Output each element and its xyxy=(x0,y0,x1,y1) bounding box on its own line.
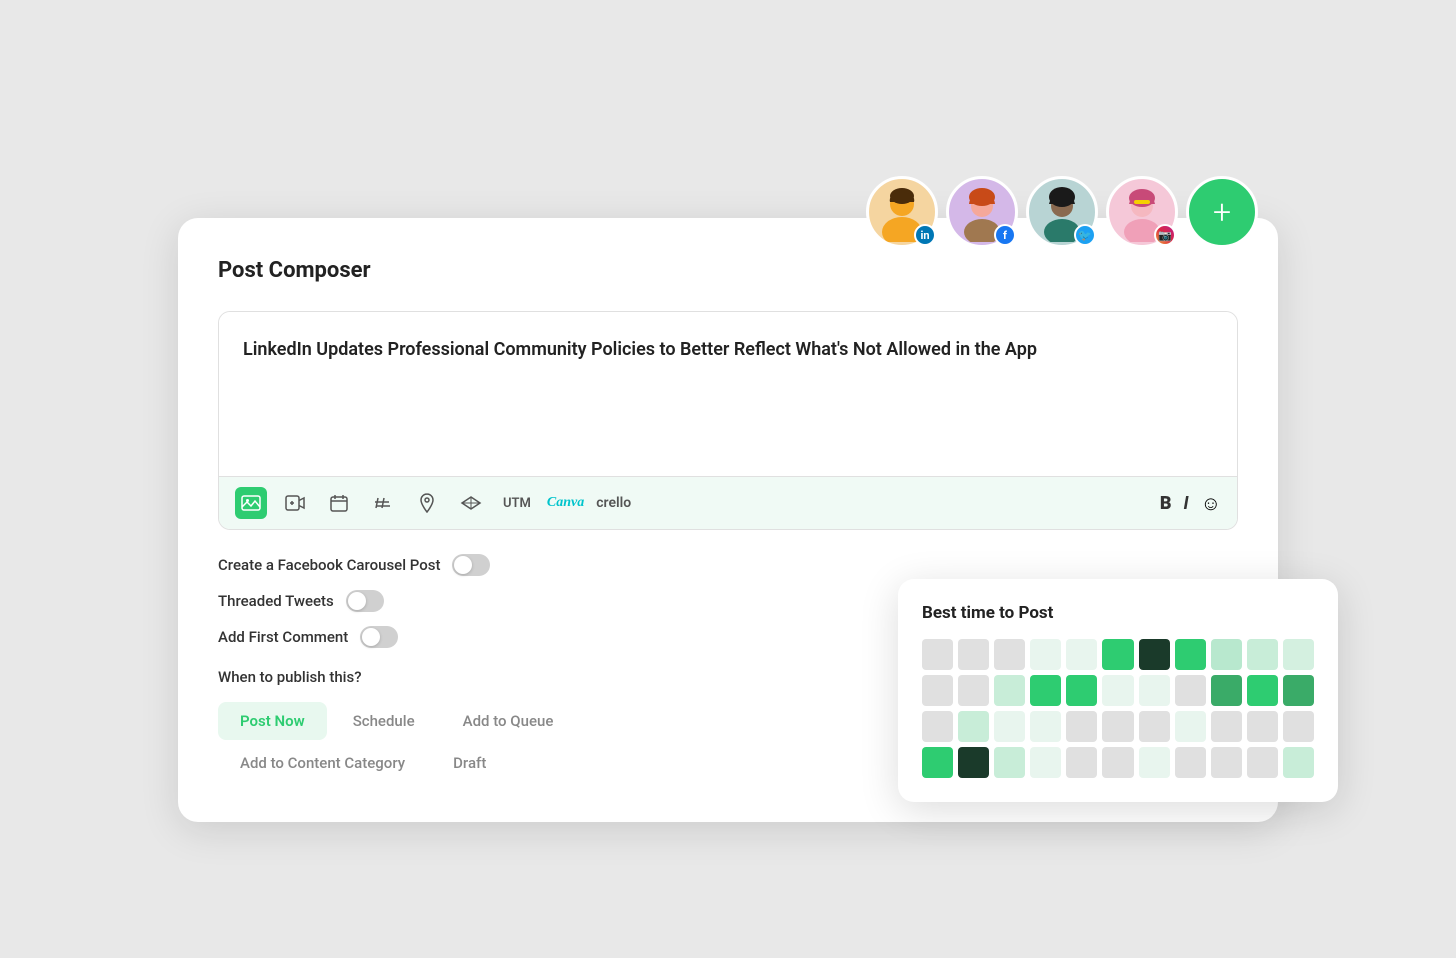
calendar-icon[interactable] xyxy=(323,487,355,519)
toggle-threaded[interactable] xyxy=(346,590,384,612)
heatmap-cell-0-5 xyxy=(1102,639,1133,670)
tab-add-to-queue[interactable]: Add to Queue xyxy=(441,702,576,740)
heatmap-grid xyxy=(922,639,1314,778)
best-time-card: Best time to Post xyxy=(898,579,1338,802)
option-threaded: Threaded Tweets xyxy=(218,590,778,612)
heatmap-cell-2-9 xyxy=(1247,711,1278,742)
option-comment: Add First Comment xyxy=(218,626,778,648)
hashtag-icon[interactable] xyxy=(367,487,399,519)
heatmap-cell-0-9 xyxy=(1247,639,1278,670)
heatmap-cell-3-2 xyxy=(994,747,1025,778)
heatmap-cell-0-10 xyxy=(1283,639,1314,670)
heatmap-cell-1-0 xyxy=(922,675,953,706)
heatmap-cell-2-10 xyxy=(1283,711,1314,742)
facebook-badge: f xyxy=(994,224,1016,246)
main-container: in f 🐦 xyxy=(178,176,1278,822)
video-icon[interactable] xyxy=(279,487,311,519)
avatar-facebook[interactable]: f xyxy=(946,176,1018,248)
composer-textarea[interactable] xyxy=(219,312,1237,472)
heatmap-cell-1-10 xyxy=(1283,675,1314,706)
heatmap-cell-2-7 xyxy=(1175,711,1206,742)
option-carousel: Create a Facebook Carousel Post xyxy=(218,554,778,576)
publish-label: When to publish this? xyxy=(218,668,778,686)
tab-post-now[interactable]: Post Now xyxy=(218,702,327,740)
heatmap-cell-0-1 xyxy=(958,639,989,670)
heatmap-cell-3-1 xyxy=(958,747,989,778)
publish-section: When to publish this? Post Now Schedule … xyxy=(218,668,778,782)
composer-card: Post Composer xyxy=(178,218,1278,822)
heatmap-cell-3-8 xyxy=(1211,747,1242,778)
add-account-button[interactable]: + xyxy=(1186,176,1258,248)
heatmap-cell-1-2 xyxy=(994,675,1025,706)
tab-content-category[interactable]: Add to Content Category xyxy=(218,744,427,782)
heatmap-cell-2-6 xyxy=(1139,711,1170,742)
linkedin-badge: in xyxy=(914,224,936,246)
heatmap-cell-2-4 xyxy=(1066,711,1097,742)
heatmap-cell-0-2 xyxy=(994,639,1025,670)
heatmap-cell-1-7 xyxy=(1175,675,1206,706)
publish-tabs: Post Now Schedule Add to Queue Add to Co… xyxy=(218,702,778,782)
heatmap-cell-3-5 xyxy=(1102,747,1133,778)
utm-button[interactable]: UTM xyxy=(499,494,535,513)
heatmap-cell-2-1 xyxy=(958,711,989,742)
heatmap-cell-1-4 xyxy=(1066,675,1097,706)
avatar-twitter[interactable]: 🐦 xyxy=(1026,176,1098,248)
heatmap-cell-0-3 xyxy=(1030,639,1061,670)
bold-button[interactable]: B xyxy=(1160,493,1172,514)
heatmap-cell-1-6 xyxy=(1139,675,1170,706)
heatmap-cell-2-8 xyxy=(1211,711,1242,742)
heatmap-cell-3-10 xyxy=(1283,747,1314,778)
toggle-carousel[interactable] xyxy=(452,554,490,576)
emoji-button[interactable]: ☺ xyxy=(1201,491,1221,516)
option-threaded-label: Threaded Tweets xyxy=(218,592,334,610)
heatmap-cell-3-0 xyxy=(922,747,953,778)
heatmap-cell-3-6 xyxy=(1139,747,1170,778)
heatmap-cell-2-2 xyxy=(994,711,1025,742)
option-carousel-label: Create a Facebook Carousel Post xyxy=(218,556,440,574)
twitter-badge: 🐦 xyxy=(1074,224,1096,246)
italic-button[interactable]: I xyxy=(1183,493,1188,514)
canva-button[interactable]: Canva xyxy=(547,495,584,511)
heatmap-cell-1-5 xyxy=(1102,675,1133,706)
heatmap-cell-0-0 xyxy=(922,639,953,670)
heatmap-cell-2-5 xyxy=(1102,711,1133,742)
diamond-icon[interactable] xyxy=(455,487,487,519)
instagram-badge: 📷 xyxy=(1154,224,1176,246)
heatmap-cell-1-8 xyxy=(1211,675,1242,706)
crello-button[interactable]: crello xyxy=(596,495,631,511)
heatmap-cell-2-0 xyxy=(922,711,953,742)
toolbar-right: B I ☺ xyxy=(1160,491,1221,516)
heatmap-cell-1-3 xyxy=(1030,675,1061,706)
heatmap-cell-1-1 xyxy=(958,675,989,706)
heatmap-cell-0-4 xyxy=(1066,639,1097,670)
avatar-instagram[interactable]: 📷 xyxy=(1106,176,1178,248)
heatmap-cell-2-3 xyxy=(1030,711,1061,742)
heatmap-cell-0-8 xyxy=(1211,639,1242,670)
heatmap-cell-3-4 xyxy=(1066,747,1097,778)
heatmap-cell-3-3 xyxy=(1030,747,1061,778)
heatmap-cell-3-9 xyxy=(1247,747,1278,778)
heatmap-cell-0-7 xyxy=(1175,639,1206,670)
avatar-linkedin[interactable]: in xyxy=(866,176,938,248)
best-time-title: Best time to Post xyxy=(922,603,1314,623)
toolbar: UTM Canva crello B I ☺ xyxy=(219,476,1237,529)
tab-schedule[interactable]: Schedule xyxy=(331,702,437,740)
heatmap-cell-3-7 xyxy=(1175,747,1206,778)
heatmap-cell-0-6 xyxy=(1139,639,1170,670)
heatmap-cell-1-9 xyxy=(1247,675,1278,706)
avatar-row: in f 🐦 xyxy=(178,176,1278,248)
toggle-comment[interactable] xyxy=(360,626,398,648)
image-icon[interactable] xyxy=(235,487,267,519)
option-comment-label: Add First Comment xyxy=(218,628,348,646)
page-title: Post Composer xyxy=(218,258,1238,283)
composer-wrapper: UTM Canva crello B I ☺ xyxy=(218,311,1238,530)
tab-draft[interactable]: Draft xyxy=(431,744,508,782)
location-icon[interactable] xyxy=(411,487,443,519)
